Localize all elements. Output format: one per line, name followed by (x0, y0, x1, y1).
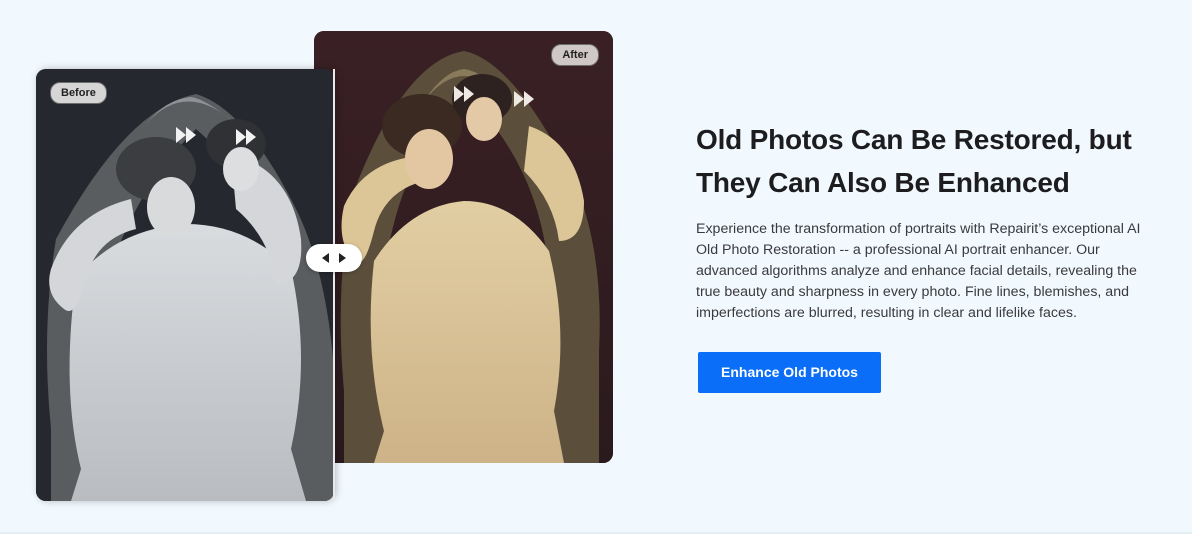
enhance-old-photos-button[interactable]: Enhance Old Photos (698, 352, 881, 393)
arrow-left-icon (322, 253, 329, 263)
comparison-slider-handle[interactable] (306, 244, 362, 272)
before-after-comparison[interactable]: After Before (36, 31, 613, 501)
feature-description: Experience the transformation of portrai… (696, 221, 1141, 321)
before-label: Before (50, 82, 107, 104)
after-photo: After (314, 31, 613, 463)
after-photo-image (314, 31, 613, 463)
comparison-divider[interactable] (333, 69, 335, 501)
arrow-right-icon (339, 253, 346, 263)
before-photo: Before (36, 69, 334, 501)
before-photo-image (36, 69, 334, 501)
feature-content: Old Photos Can Be Restored, but They Can… (696, 118, 1166, 393)
feature-headline: Old Photos Can Be Restored, but They Can… (696, 124, 1132, 198)
after-label: After (551, 44, 599, 66)
